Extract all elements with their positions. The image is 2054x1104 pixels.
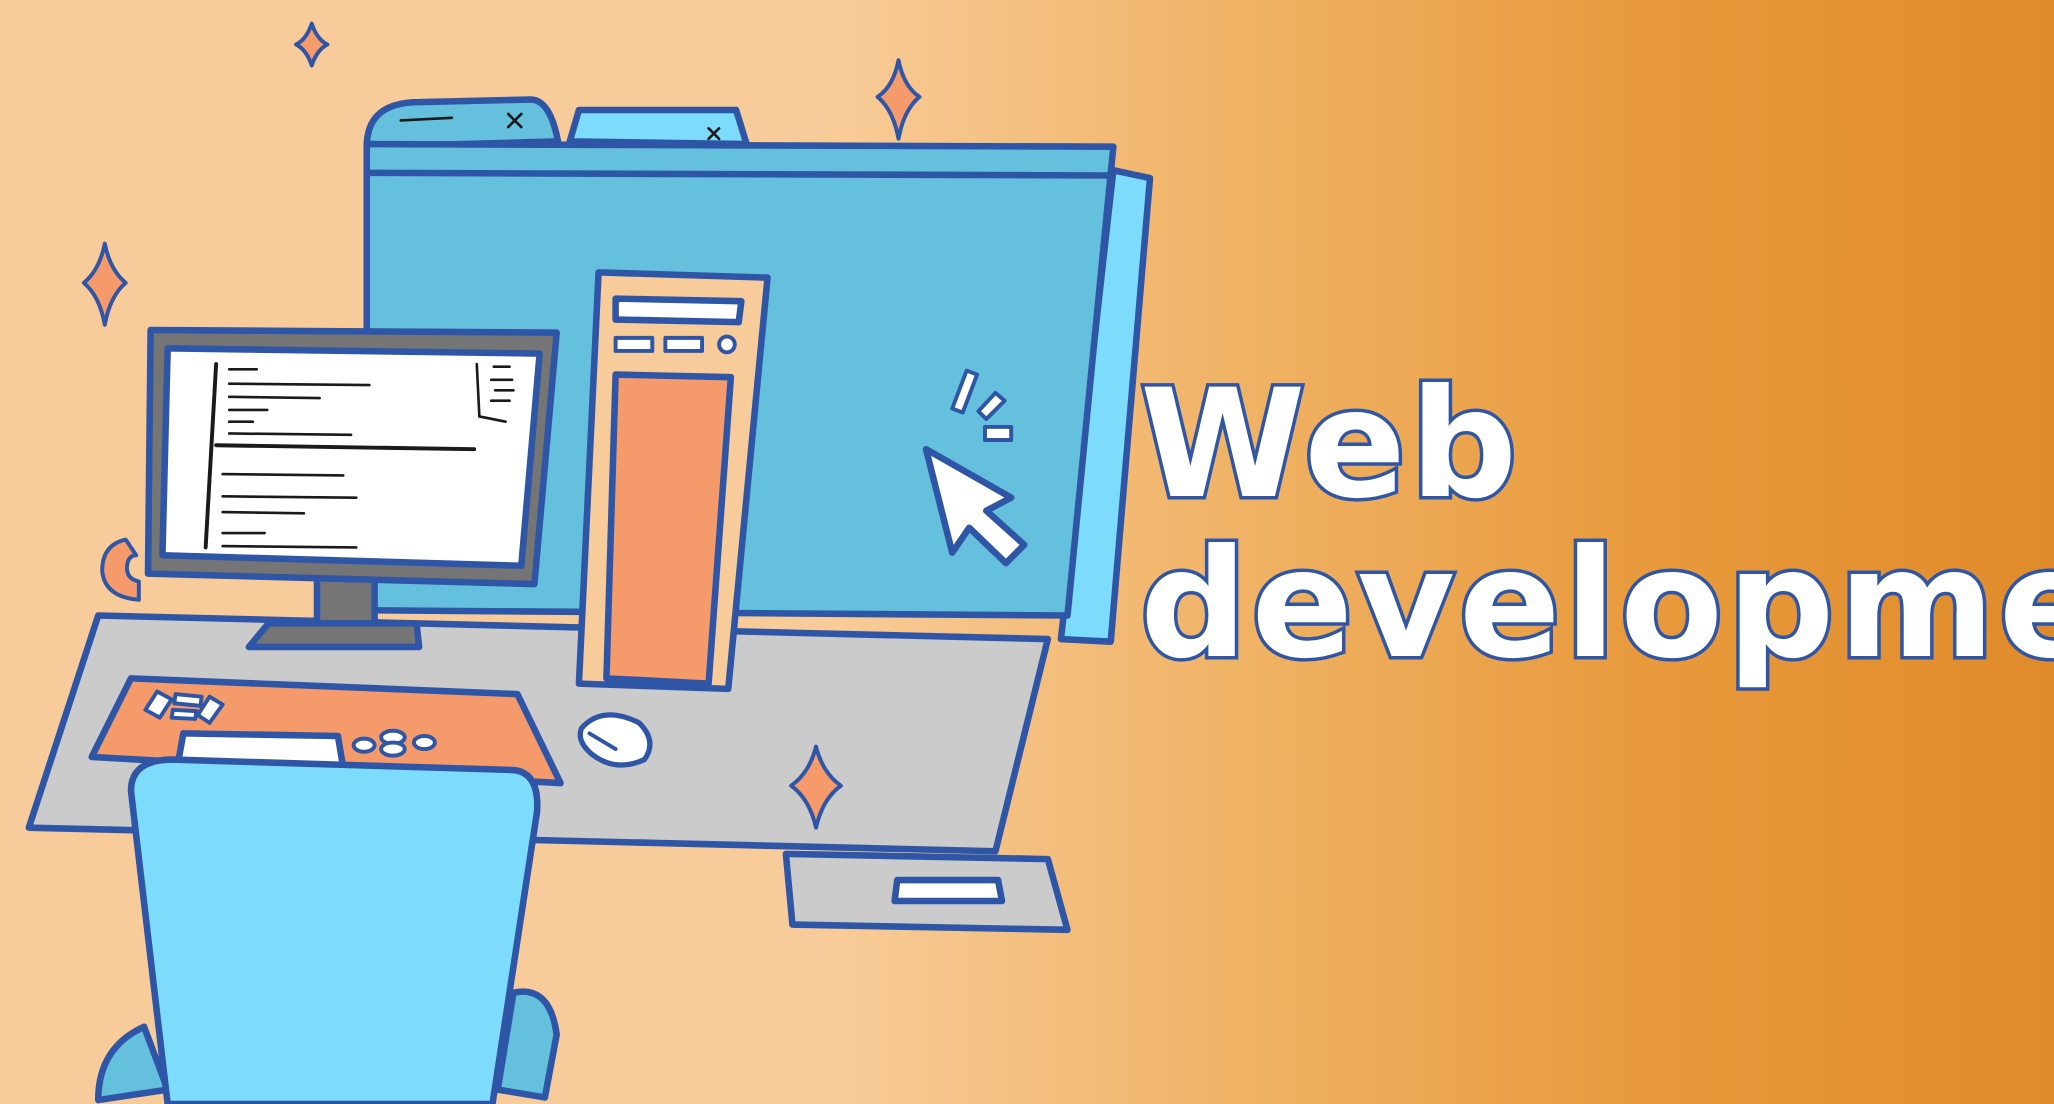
title-line-web: Web (1137, 358, 1522, 532)
sparkle-icon (81, 241, 128, 327)
computer-tower (575, 269, 771, 693)
handset-shape (100, 537, 141, 602)
title-line-development: development (1137, 518, 2054, 692)
tower-power-button (717, 334, 737, 355)
tower-drive-slot (612, 295, 745, 326)
banner-canvas: Web development (0, 0, 2054, 1104)
tower-panel (603, 371, 735, 687)
monitor-screen (159, 345, 543, 570)
sparkle-icon (294, 21, 330, 68)
drawer-handle (891, 876, 1006, 905)
sparkle-icon (875, 58, 922, 141)
browser-tab-1 (363, 96, 562, 150)
chair (94, 756, 560, 1104)
title-block: Web development (1137, 358, 2054, 692)
